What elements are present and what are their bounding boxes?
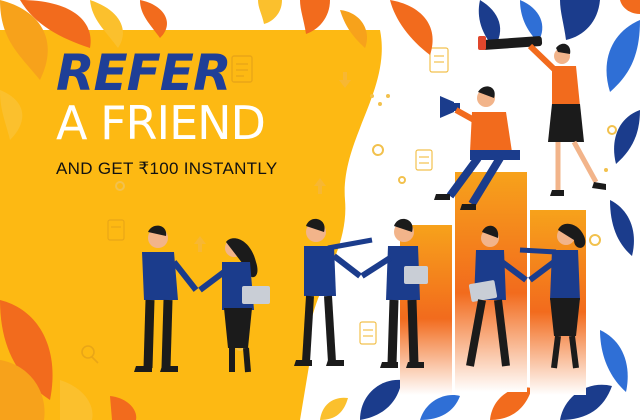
document-icon [359,321,377,345]
document-icon [429,47,449,73]
headline-block: REFER A FRIEND AND GET ₹100 INSTANTLY [56,48,277,177]
document-icon [415,149,433,171]
refer-a-friend-banner: REFER A FRIEND AND GET ₹100 INSTANTLY [0,0,640,420]
tagline: AND GET ₹100 INSTANTLY [56,159,278,178]
laptop-icon [404,266,428,284]
megaphone-icon [440,96,460,118]
headline-refer: REFER [56,44,231,102]
headline-a-friend: A FRIEND [56,96,266,150]
laptop-icon [242,286,270,304]
